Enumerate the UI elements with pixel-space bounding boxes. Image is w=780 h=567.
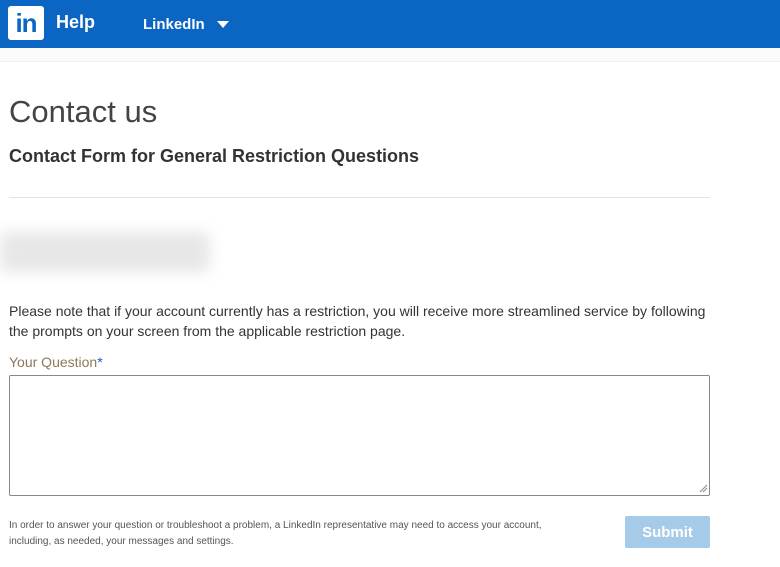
sub-header-strip [0, 48, 780, 62]
page-title: Contact us [9, 94, 158, 129]
question-textarea[interactable] [9, 375, 710, 496]
submit-button[interactable]: Submit [625, 516, 710, 548]
help-title[interactable]: Help [56, 12, 95, 33]
required-marker: * [97, 354, 103, 370]
question-label-text: Your Question [9, 354, 98, 370]
resize-handle-icon[interactable] [698, 483, 708, 493]
redacted-account-info [0, 232, 210, 272]
account-access-disclaimer: In order to answer your question or trou… [9, 520, 542, 547]
linkedin-logo[interactable]: in [8, 6, 44, 40]
restriction-notice: Please note that if your account current… [9, 303, 706, 339]
form-title: Contact Form for General Restriction Que… [9, 146, 420, 166]
question-label: Your Question* [9, 354, 103, 370]
top-navigation-bar: in Help LinkedIn [0, 0, 780, 48]
product-selector[interactable]: LinkedIn [143, 14, 229, 34]
caret-down-icon [216, 20, 229, 28]
linkedin-logo-text: in [15, 8, 37, 38]
section-divider [9, 197, 710, 198]
product-selector-label: LinkedIn [143, 15, 205, 33]
